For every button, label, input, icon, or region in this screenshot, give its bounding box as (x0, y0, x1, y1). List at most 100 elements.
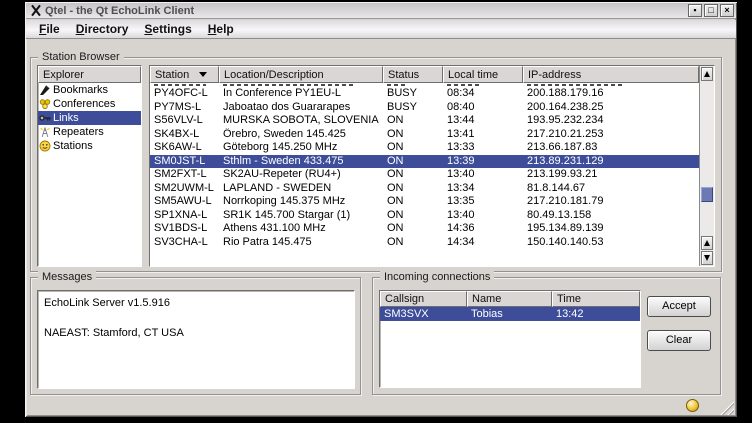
cell-location: Norrkoping 145.375 MHz (219, 195, 383, 209)
menu-item[interactable]: Directory (69, 21, 136, 37)
sort-descending-icon (199, 72, 207, 77)
accept-button[interactable]: Accept (647, 296, 711, 317)
explorer-item-label: Conferences (53, 98, 115, 110)
column-header-location[interactable]: Location/Description (219, 66, 383, 83)
cell-station: SM2UWM-L (150, 182, 219, 196)
cell-location: SR1K 145.700 Stargar (1) (219, 209, 383, 223)
explorer-item[interactable]: Bookmarks (38, 83, 141, 97)
menu-item[interactable]: Help (201, 21, 241, 37)
cell-status: ON (383, 182, 443, 196)
station-row[interactable]: PY4OFC-L In Conference PY1EU-L BUSY 08:3… (150, 87, 699, 101)
explorer-item-label: Links (53, 112, 79, 124)
explorer-item[interactable]: Conferences (38, 97, 141, 111)
cell-status: ON (383, 222, 443, 236)
cell-local-time: 14:34 (443, 236, 523, 250)
cell-local-time: 13:41 (443, 128, 523, 142)
status-bar (27, 397, 735, 415)
scroll-up-button[interactable] (701, 67, 713, 81)
title-bar[interactable]: Qtel - the Qt EchoLink Client ▪ □ × (26, 3, 736, 19)
scrollbar-thumb[interactable] (701, 187, 713, 202)
column-header-local-time[interactable]: Local time (443, 66, 523, 83)
minimize-button[interactable]: ▪ (688, 4, 702, 17)
vertical-scrollbar[interactable] (699, 66, 714, 266)
cell-ip-address: 213.66.187.83 (523, 141, 699, 155)
incoming-rows: SM3SVX Tobias 13:42 (380, 307, 640, 321)
station-rows-viewport: PY4OFC-L In Conference PY1EU-L BUSY 08:3… (150, 83, 699, 266)
clear-button[interactable]: Clear (647, 330, 711, 351)
cell-ip-address: 217.210.21.253 (523, 128, 699, 142)
desktop-background: { "window": { "title": "Qtel - the Qt Ec… (0, 0, 752, 423)
cell-status: ON (383, 141, 443, 155)
incoming-row[interactable]: SM3SVX Tobias 13:42 (380, 307, 640, 321)
column-header-callsign[interactable]: Callsign (380, 291, 467, 307)
cell-ip-address: 193.95.232.234 (523, 114, 699, 128)
cell-location: Jaboatao dos Guararapes (219, 101, 383, 115)
column-header-name[interactable]: Name (467, 291, 552, 307)
cell-location: In Conference PY1EU-L (219, 87, 383, 101)
cell-status: BUSY (383, 87, 443, 101)
station-row[interactable]: SM2FXT-L SK2AU-Repeter (RU4+) ON 13:40 2… (150, 168, 699, 182)
close-button[interactable]: × (720, 4, 734, 17)
messages-view[interactable]: EchoLink Server v1.5.916 NAEAST: Stamfor… (37, 290, 355, 389)
cell-ip-address: 81.8.144.67 (523, 182, 699, 196)
cell-location: LAPLAND - SWEDEN (219, 182, 383, 196)
station-row[interactable]: SM0JST-L Sthlm - Sweden 433.475 ON 13:39… (150, 155, 699, 169)
resize-grip[interactable] (718, 399, 734, 415)
cell-ip-address: 200.164.238.25 (523, 101, 699, 115)
column-header-status[interactable]: Status (383, 66, 443, 83)
cell-ip-address: 217.210.181.79 (523, 195, 699, 209)
window-icon (29, 4, 42, 17)
column-header-time[interactable]: Time (552, 291, 640, 307)
menu-item[interactable]: File (32, 21, 67, 37)
cell-status: ON (383, 236, 443, 250)
station-row[interactable]: SK4BX-L Örebro, Sweden 145.425 ON 13:41 … (150, 128, 699, 142)
explorer-panel: Explorer Bookmarks (37, 65, 142, 267)
qtel-window: Qtel - the Qt EchoLink Client ▪ □ × File… (25, 2, 737, 417)
cell-station: PY7MS-L (150, 101, 219, 115)
cell-status: ON (383, 114, 443, 128)
cell-location: SK2AU-Repeter (RU4+) (219, 168, 383, 182)
cell-callsign: SM3SVX (380, 307, 467, 321)
menu-item[interactable]: Settings (137, 21, 198, 37)
explorer-item[interactable]: Repeaters (38, 125, 141, 139)
explorer-item[interactable]: Stations (38, 139, 141, 153)
maximize-button[interactable]: □ (704, 4, 718, 17)
group-label: Station Browser (38, 51, 124, 64)
station-row[interactable]: S56VLV-L MURSKA SOBOTA, SLOVENIA ON 13:4… (150, 114, 699, 128)
cell-local-time: 13:35 (443, 195, 523, 209)
cell-location: Sthlm - Sweden 433.475 (219, 155, 383, 169)
station-row[interactable]: SK6AW-L Göteborg 145.250 MHz ON 13:33 21… (150, 141, 699, 155)
station-rows: PY4OFC-L In Conference PY1EU-L BUSY 08:3… (150, 87, 699, 249)
cell-station: SM2FXT-L (150, 168, 219, 182)
column-header-station[interactable]: Station (150, 66, 219, 83)
scroll-up-button-bottom[interactable] (701, 236, 713, 250)
scroll-down-button[interactable] (701, 251, 713, 265)
group-label: Messages (38, 271, 96, 284)
cell-local-time: 13:40 (443, 168, 523, 182)
menu-bar: File Directory Settings Help (26, 20, 736, 39)
station-table: Station Location/Description Status Loca… (149, 65, 715, 267)
cell-time: 13:42 (552, 307, 640, 321)
station-row[interactable]: PY7MS-L Jaboatao dos Guararapes BUSY 08:… (150, 101, 699, 115)
station-browser-group: Station Browser Explorer Bookmarks (30, 57, 722, 272)
explorer-list: Bookmarks Conferences (38, 83, 141, 153)
incoming-table-header: Callsign Name Time (380, 291, 640, 307)
messages-group: Messages EchoLink Server v1.5.916 NAEAST… (30, 277, 361, 395)
column-header-ip-address[interactable]: IP-address (523, 66, 699, 83)
station-row[interactable]: SP1XNA-L SR1K 145.700 Stargar (1) ON 13:… (150, 209, 699, 223)
cell-station: SK4BX-L (150, 128, 219, 142)
cell-location: Rio Patra 145.475 (219, 236, 383, 250)
cell-ip-address: 200.188.179.16 (523, 87, 699, 101)
cell-status: ON (383, 168, 443, 182)
station-row[interactable]: SM2UWM-L LAPLAND - SWEDEN ON 13:34 81.8.… (150, 182, 699, 196)
station-row[interactable]: SV1BDS-L Athens 431.100 MHz ON 14:36 195… (150, 222, 699, 236)
cell-local-time: 13:44 (443, 114, 523, 128)
arrow-up-icon (704, 240, 710, 246)
cell-status: ON (383, 195, 443, 209)
station-row[interactable]: SV3CHA-L Rio Patra 145.475 ON 14:34 150.… (150, 236, 699, 250)
cell-location: Athens 431.100 MHz (219, 222, 383, 236)
explorer-header[interactable]: Explorer (38, 66, 141, 83)
explorer-item[interactable]: Links (38, 111, 141, 125)
cell-ip-address: 195.134.89.139 (523, 222, 699, 236)
station-row[interactable]: SM5AWU-L Norrkoping 145.375 MHz ON 13:35… (150, 195, 699, 209)
